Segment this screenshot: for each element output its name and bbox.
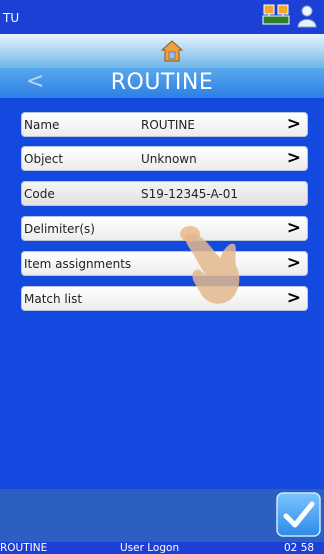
network-icon[interactable]	[262, 4, 290, 26]
app-name: TU	[3, 11, 20, 25]
row-label: Code	[24, 187, 55, 201]
page-title: ROUTINE	[110, 70, 214, 95]
home-bar	[0, 34, 324, 68]
row-value: ROUTINE	[141, 118, 195, 132]
user-icon[interactable]	[296, 4, 318, 28]
row-label: Delimiter(s)	[24, 222, 95, 236]
status-time: 02 58	[284, 542, 315, 554]
name-row[interactable]: Name ROUTINE >	[21, 112, 308, 137]
chevron-right-icon: >	[286, 218, 301, 238]
status-bar: ROUTINE User Logon 02 58	[0, 542, 324, 554]
object-row[interactable]: Object Unknown >	[21, 146, 308, 171]
status-left: ROUTINE	[0, 542, 48, 554]
chevron-right-icon: >	[286, 253, 301, 273]
code-row: Code S19-12345-A-01	[21, 181, 308, 206]
chevron-right-icon: >	[286, 288, 301, 308]
delimiters-row[interactable]: Delimiter(s) >	[21, 216, 308, 241]
row-label: Match list	[24, 292, 83, 306]
screen: { "topbar": { "app_name": "TU", "icons":…	[0, 0, 324, 554]
checkmark-icon[interactable]	[276, 492, 321, 537]
status-user: User Logon	[120, 542, 180, 554]
title-bar: < ROUTINE	[0, 68, 324, 98]
row-label: Item assignments	[24, 257, 132, 271]
match-list-row[interactable]: Match list >	[21, 286, 308, 311]
row-label: Object	[24, 152, 64, 166]
top-bar: TU	[0, 0, 324, 34]
row-value: S19-12345-A-01	[141, 187, 239, 201]
chevron-right-icon: >	[286, 114, 301, 134]
chevron-right-icon: >	[286, 148, 301, 168]
item-assignments-row[interactable]: Item assignments >	[21, 251, 308, 276]
home-icon[interactable]	[161, 39, 183, 63]
row-value: Unknown	[141, 152, 197, 166]
row-label: Name	[24, 118, 60, 132]
